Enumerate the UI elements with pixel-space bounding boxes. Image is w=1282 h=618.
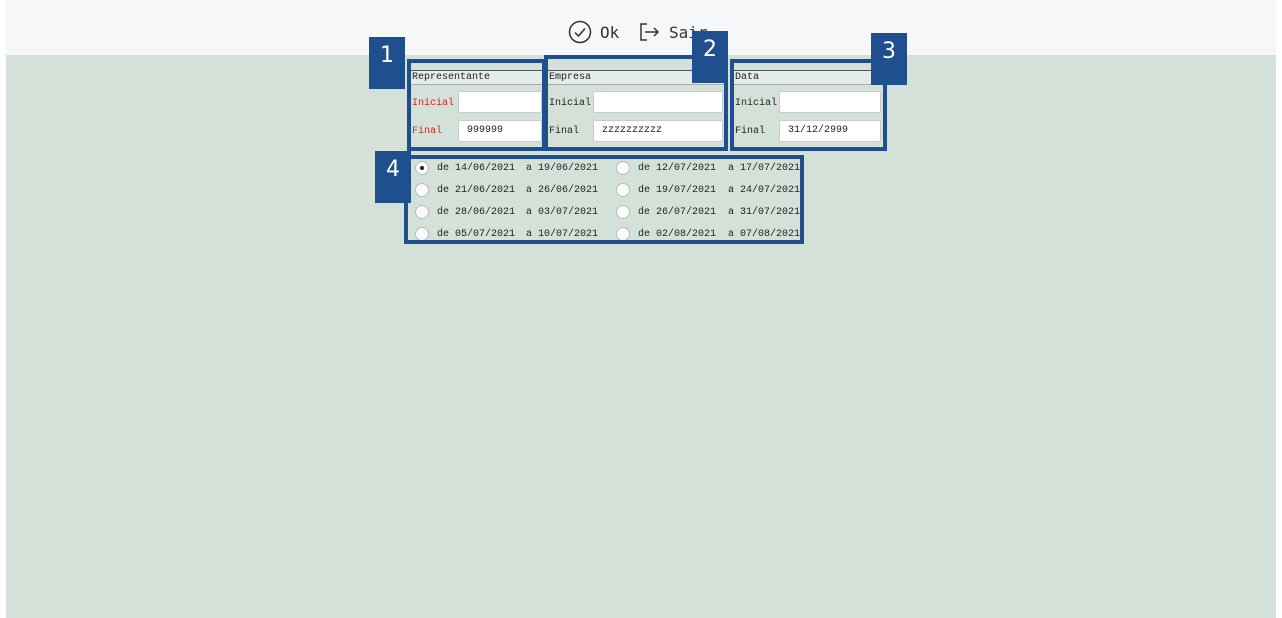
radio-button[interactable] (616, 183, 630, 197)
period-from: de 21/06/2021 (437, 184, 516, 196)
radio-button[interactable] (415, 227, 429, 241)
representante-final-input[interactable]: 999999 (458, 120, 542, 142)
period-option[interactable]: de 02/08/2021 a 07/08/2021 (616, 225, 800, 243)
page-background: Ok Sair Representante Inicial Final 9999… (6, 0, 1276, 618)
data-title: Data (733, 70, 885, 85)
empresa-final-label: Final (549, 126, 580, 137)
radio-button[interactable] (616, 205, 630, 219)
radio-button[interactable] (415, 183, 429, 197)
period-option[interactable]: de 14/06/2021 a 19/06/2021 (415, 159, 598, 177)
period-to: a 10/07/2021 (526, 228, 599, 240)
empresa-final-input[interactable]: zzzzzzzzzz (593, 120, 723, 142)
period-from: de 05/07/2021 (437, 228, 516, 240)
data-final-label: Final (735, 126, 766, 137)
period-to: a 26/06/2021 (526, 184, 599, 196)
toolbar: Ok Sair (6, 0, 1276, 55)
period-from: de 12/07/2021 (638, 162, 717, 174)
period-to: a 03/07/2021 (526, 206, 599, 218)
radio-button[interactable] (616, 227, 630, 241)
data-inicial-label: Inicial (735, 98, 778, 109)
period-to: a 24/07/2021 (728, 184, 801, 196)
period-from: de 26/07/2021 (638, 206, 717, 218)
data-inicial-input[interactable] (779, 91, 881, 113)
period-to: a 07/08/2021 (728, 228, 801, 240)
period-option[interactable]: de 12/07/2021 a 17/07/2021 (616, 159, 800, 177)
exit-icon (637, 20, 661, 44)
ok-button[interactable]: Ok (568, 18, 619, 46)
period-option[interactable]: de 19/07/2021 a 24/07/2021 (616, 181, 800, 199)
annotation-marker-3: 3 (871, 33, 907, 85)
annotation-marker-2: 2 (692, 31, 728, 83)
radio-button[interactable] (415, 161, 429, 175)
period-option[interactable]: de 28/06/2021 a 03/07/2021 (415, 203, 598, 221)
radio-button[interactable] (616, 161, 630, 175)
ok-label: Ok (600, 22, 620, 42)
data-final-input[interactable]: 31/12/2999 (779, 120, 881, 142)
period-from: de 19/07/2021 (638, 184, 717, 196)
empresa-inicial-input[interactable] (593, 91, 723, 113)
data-group: Data Inicial Final 31/12/2999 (733, 62, 885, 152)
representante-title: Representante (410, 70, 542, 85)
representante-inicial-input[interactable] (458, 91, 542, 113)
period-option[interactable]: de 05/07/2021 a 10/07/2021 (415, 225, 598, 243)
period-to: a 17/07/2021 (728, 162, 801, 174)
representante-inicial-label: Inicial (412, 98, 455, 109)
radio-button[interactable] (415, 205, 429, 219)
annotation-marker-4: 4 (375, 151, 411, 203)
period-from: de 14/06/2021 (437, 162, 516, 174)
period-option[interactable]: de 21/06/2021 a 26/06/2021 (415, 181, 598, 199)
period-to: a 31/07/2021 (728, 206, 801, 218)
period-option[interactable]: de 26/07/2021 a 31/07/2021 (616, 203, 800, 221)
period-to: a 19/06/2021 (526, 162, 599, 174)
annotation-marker-1: 1 (369, 37, 405, 89)
check-circle-icon (568, 20, 592, 44)
representante-group: Representante Inicial Final 999999 (410, 62, 542, 152)
empresa-inicial-label: Inicial (549, 98, 592, 109)
representante-final-label: Final (412, 126, 443, 137)
period-from: de 28/06/2021 (437, 206, 516, 218)
period-from: de 02/08/2021 (638, 228, 717, 240)
